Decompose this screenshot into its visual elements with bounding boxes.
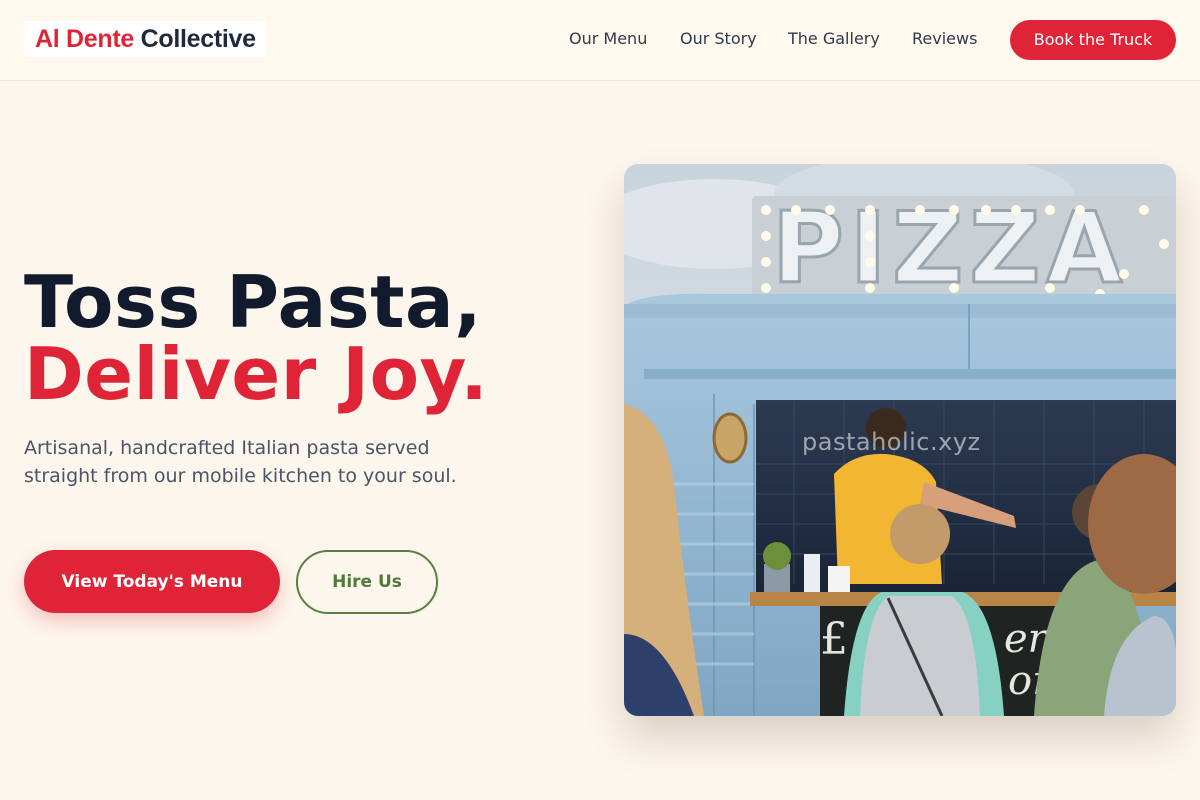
image-watermark: pastaholic.xyz [802,428,981,456]
hero-subtext: Artisanal, handcrafted Italian pasta ser… [24,437,457,487]
book-truck-button[interactable]: Book the Truck [1010,20,1176,60]
logo-rest: Collective [134,25,256,53]
nav-the-gallery[interactable]: The Gallery [788,28,880,50]
food-truck-photo: PIZZA £ erit pastaholic.xyz [624,164,1176,716]
pizza-sign: PIZZA [752,191,1176,308]
nav-our-menu[interactable]: Our Menu [569,28,647,50]
headline-line-2: Deliver Joy. [24,332,489,416]
hero-headline: Toss Pasta, Deliver Joy. [24,266,488,410]
svg-text:£: £ [820,614,848,665]
nav-our-story[interactable]: Our Story [680,28,757,50]
logo-brand: Al Dente [35,25,135,53]
headline-line-1: Toss Pasta, [24,260,482,344]
site-header: Al Dente Collective Our Menu Our Story T… [0,0,1200,81]
view-menu-button[interactable]: View Today's Menu [24,550,280,613]
site-logo[interactable]: Al Dente Collective [25,21,266,57]
nav-reviews[interactable]: Reviews [912,28,977,50]
hire-us-button[interactable]: Hire Us [296,550,438,614]
